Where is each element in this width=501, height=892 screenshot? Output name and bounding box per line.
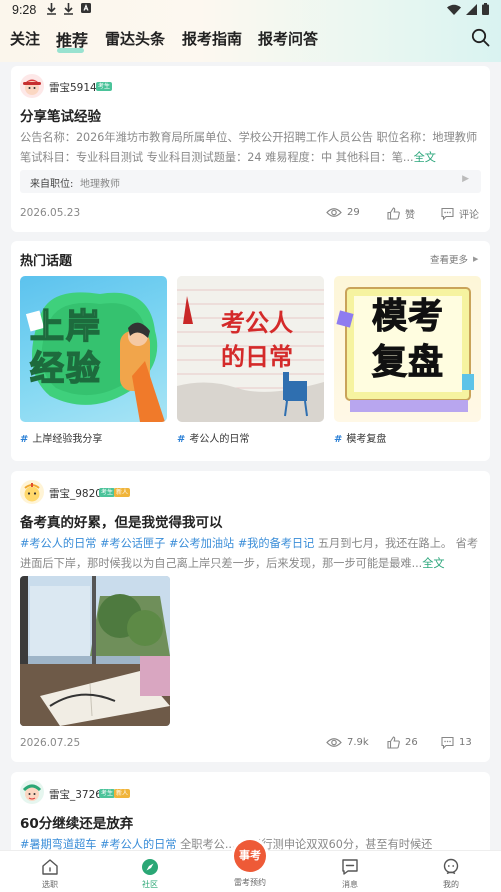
post-date: 2026.05.23 xyxy=(20,207,81,219)
username[interactable]: 雷宝_3726 xyxy=(49,787,102,802)
source-position[interactable]: 来自职位: 地理教师 ▶ xyxy=(20,170,481,193)
message-icon xyxy=(342,859,358,875)
tab-exam-qa[interactable]: 报考问答 xyxy=(258,28,318,49)
post-title[interactable]: 分享笔试经验 xyxy=(20,105,101,125)
level-badge: 新人 xyxy=(114,488,131,497)
level-badge: 新人 xyxy=(114,789,131,798)
expand-full-text-link[interactable]: 全文 xyxy=(414,151,436,164)
signal-icon xyxy=(466,3,477,15)
section-title: 热门话题 xyxy=(20,254,73,269)
avatar[interactable] xyxy=(20,74,44,98)
wifi-icon xyxy=(447,4,461,15)
comment-button[interactable]: 评论 xyxy=(441,206,479,221)
topic-tag[interactable]: #公考加油站 xyxy=(169,537,234,550)
tab-jobs[interactable]: 选职 xyxy=(20,851,80,890)
topic-tag[interactable]: #我的备考日记 xyxy=(238,537,315,550)
comment-icon xyxy=(441,736,454,749)
thumbs-up-icon xyxy=(387,207,400,220)
eye-icon xyxy=(326,208,342,217)
post-body[interactable]: 公告名称：2026年潍坊市教育局所属单位、学校公开招聘工作人员公告 职位名称：地… xyxy=(20,128,481,168)
username[interactable]: 雷宝_9820 xyxy=(49,486,102,501)
chevron-right-icon: ▶ xyxy=(462,174,469,184)
username[interactable]: 雷宝5914 xyxy=(49,80,97,95)
tab-exam-guide[interactable]: 报考指南 xyxy=(182,28,242,49)
home-icon xyxy=(42,859,58,875)
hot-topics-section: 热门话题 查看更多 ▶ 上岸 经验 # 上岸经验我分享 考公人 的日常 # 考公… xyxy=(11,241,490,461)
comment-icon xyxy=(441,207,454,220)
topic-image-text: 考公人 的日常 xyxy=(221,309,293,371)
topic-image: 考公人 的日常 xyxy=(177,276,324,422)
notification-app-icon xyxy=(81,3,91,13)
profile-icon xyxy=(443,858,459,875)
exam-booking-label[interactable]: 雷考预约 xyxy=(220,877,280,888)
role-badge: 考生 xyxy=(96,82,113,91)
eye-icon xyxy=(326,738,342,747)
topic-label: # 考公人的日常 xyxy=(177,434,250,445)
exam-booking-button[interactable]: 事考 xyxy=(234,840,266,872)
system-icons xyxy=(447,3,489,15)
expand-full-text-link[interactable]: 全文 xyxy=(422,557,444,570)
chevron-right-icon: ▶ xyxy=(473,255,479,263)
compass-icon xyxy=(142,859,158,875)
status-time: 9:28 xyxy=(12,3,37,17)
avatar[interactable] xyxy=(20,480,44,504)
post-body[interactable]: #考公人的日常 #考公话匣子 #公考加油站 #我的备考日记 五月到七月，我还在路… xyxy=(20,534,481,574)
topic-card[interactable]: 考公人 的日常 # 考公人的日常 xyxy=(177,276,324,445)
post-title[interactable]: 60分继续还是放弃 xyxy=(20,812,133,832)
post-card[interactable]: 雷宝_9820 考生 新人 备考真的好累，但是我觉得我可以 #考公人的日常 #考… xyxy=(11,471,490,762)
topic-label: # 上岸经验我分享 xyxy=(20,434,103,445)
topic-card[interactable]: 模考 复盘 # 模考复盘 xyxy=(334,276,481,445)
status-bar: 9:28 xyxy=(0,0,501,20)
download-icon xyxy=(64,3,73,15)
view-count: 29 xyxy=(326,207,360,218)
post-card[interactable]: 雷宝5914 考生 分享笔试经验 公告名称：2026年潍坊市教育局所属单位、学校… xyxy=(11,66,490,232)
topic-label: # 模考复盘 xyxy=(334,434,387,445)
download-icon xyxy=(47,3,56,15)
role-badge: 考生 xyxy=(99,789,116,798)
topic-image-text: 模考 复盘 xyxy=(371,297,444,384)
topic-image: 上岸 经验 xyxy=(20,276,167,422)
tab-follow[interactable]: 关注 xyxy=(10,28,40,49)
like-button[interactable]: 赞 xyxy=(387,206,415,221)
source-value: 地理教师 xyxy=(80,179,120,190)
tab-profile[interactable]: 我的 xyxy=(421,851,481,890)
tab-recommend[interactable]: 推荐 xyxy=(56,27,88,51)
post-text: 公告名称：2026年潍坊市教育局所属单位、学校公开招聘工作人员公告 职位名称：地… xyxy=(20,131,478,164)
search-icon[interactable] xyxy=(471,28,490,47)
battery-icon xyxy=(482,3,489,15)
thumbs-up-icon xyxy=(387,736,400,749)
post-image[interactable] xyxy=(20,576,170,726)
view-count: 7.9k xyxy=(326,737,369,748)
post-date: 2026.07.25 xyxy=(20,737,81,749)
post-title[interactable]: 备考真的好累，但是我觉得我可以 xyxy=(20,511,223,531)
topic-image-text: 上岸 经验 xyxy=(29,306,102,390)
topic-image: 模考 复盘 xyxy=(334,276,481,422)
topic-tag[interactable]: #考公人的日常 xyxy=(20,537,97,550)
tab-community[interactable]: 社区 xyxy=(120,851,180,890)
topic-card[interactable]: 上岸 经验 # 上岸经验我分享 xyxy=(20,276,167,445)
like-button[interactable]: 26 xyxy=(387,736,418,749)
tab-messages[interactable]: 消息 xyxy=(320,851,380,890)
avatar[interactable] xyxy=(20,780,44,804)
top-nav: 关注 推荐 雷达头条 报考指南 报考问答 xyxy=(0,26,501,54)
comment-button[interactable]: 13 xyxy=(441,736,472,749)
role-badge: 考生 xyxy=(99,488,116,497)
tab-radar-headlines[interactable]: 雷达头条 xyxy=(105,28,165,49)
see-more-link[interactable]: 查看更多 ▶ xyxy=(430,252,478,266)
source-label: 来自职位: xyxy=(30,179,74,190)
topic-tag[interactable]: #考公话匣子 xyxy=(100,537,165,550)
